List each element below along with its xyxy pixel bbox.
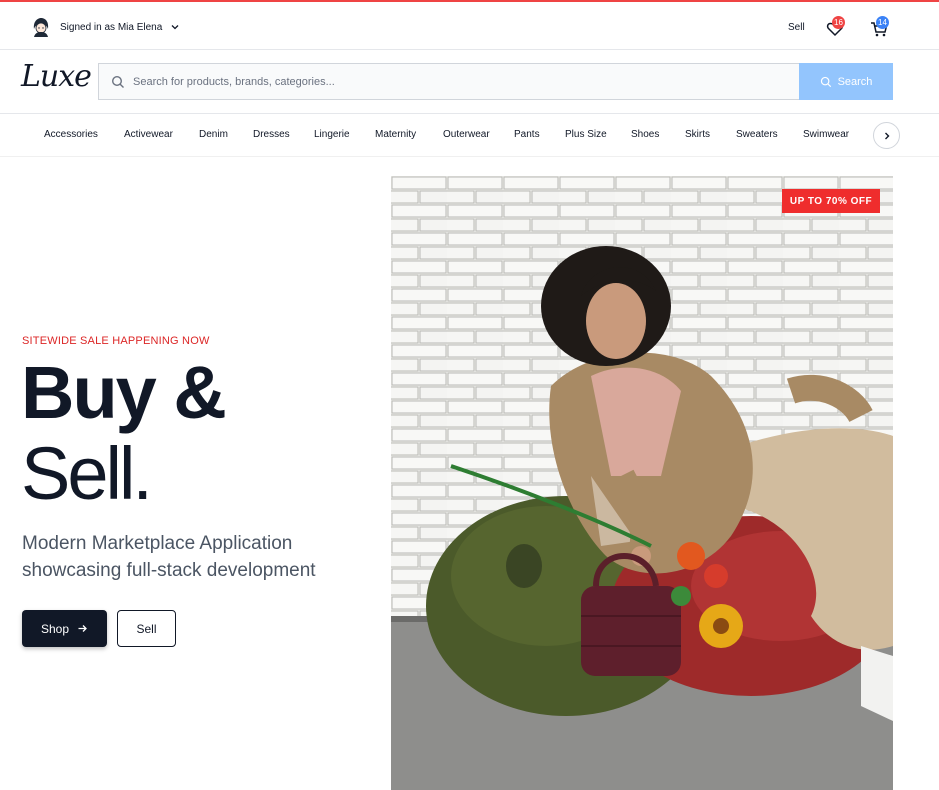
chevron-right-icon: [884, 132, 889, 139]
arrow-right-icon: [78, 625, 87, 632]
search-button-label: Search: [837, 75, 873, 88]
top-bar: Signed in as Mia Elena Sell 16 14: [0, 0, 939, 50]
wishlist-count-badge: 16: [832, 16, 845, 29]
category-lingerie[interactable]: Lingerie: [314, 129, 350, 140]
cart-button[interactable]: 14: [869, 16, 889, 39]
sell-button[interactable]: Sell: [117, 610, 176, 647]
sell-link[interactable]: Sell: [788, 22, 805, 33]
hero-title-line2: Sell.: [21, 432, 153, 515]
search-box[interactable]: [98, 63, 799, 100]
shop-button-label: Shop: [40, 621, 70, 636]
account-label: Signed in as Mia Elena: [60, 21, 163, 33]
category-shoes[interactable]: Shoes: [631, 129, 659, 140]
logo[interactable]: Luxe: [21, 59, 92, 94]
hero-subtitle-line2: showcasing full-stack development: [22, 560, 316, 581]
search-button[interactable]: Search: [799, 63, 893, 100]
search-icon: [820, 76, 831, 87]
category-outerwear[interactable]: Outerwear: [443, 129, 490, 140]
category-swimwear[interactable]: Swimwear: [803, 129, 849, 140]
category-dresses[interactable]: Dresses: [253, 129, 290, 140]
category-pants[interactable]: Pants: [514, 129, 540, 140]
avatar-icon: [31, 17, 51, 37]
wishlist-button[interactable]: 16: [825, 16, 845, 39]
chevron-down-icon: [171, 25, 179, 30]
shop-button[interactable]: Shop: [22, 610, 107, 647]
category-nav: Accessories Activewear Denim Dresses Lin…: [0, 114, 939, 157]
category-skirts[interactable]: Skirts: [685, 129, 710, 140]
category-maternity[interactable]: Maternity: [375, 129, 416, 140]
search-icon: [111, 75, 124, 88]
category-accessories[interactable]: Accessories: [44, 129, 98, 140]
cart-count-badge: 14: [876, 16, 889, 29]
category-denim[interactable]: Denim: [199, 129, 228, 140]
hero-image: [391, 176, 893, 790]
sale-tag: UP TO 70% OFF: [782, 189, 880, 213]
category-scroll-button[interactable]: [873, 122, 900, 149]
hero-subtitle-line1: Modern Marketplace Application: [22, 533, 293, 554]
hero-eyebrow: SITEWIDE SALE HAPPENING NOW: [22, 335, 210, 347]
search-row: Luxe Search: [0, 50, 939, 114]
account-menu[interactable]: Signed in as Mia Elena: [30, 16, 180, 38]
category-activewear[interactable]: Activewear: [124, 129, 173, 140]
hero-photo-illustration: [391, 176, 893, 790]
category-sweaters[interactable]: Sweaters: [736, 129, 778, 140]
category-plus-size[interactable]: Plus Size: [565, 129, 607, 140]
search-input[interactable]: [133, 75, 799, 88]
hero-title-line1: Buy &: [21, 351, 227, 434]
